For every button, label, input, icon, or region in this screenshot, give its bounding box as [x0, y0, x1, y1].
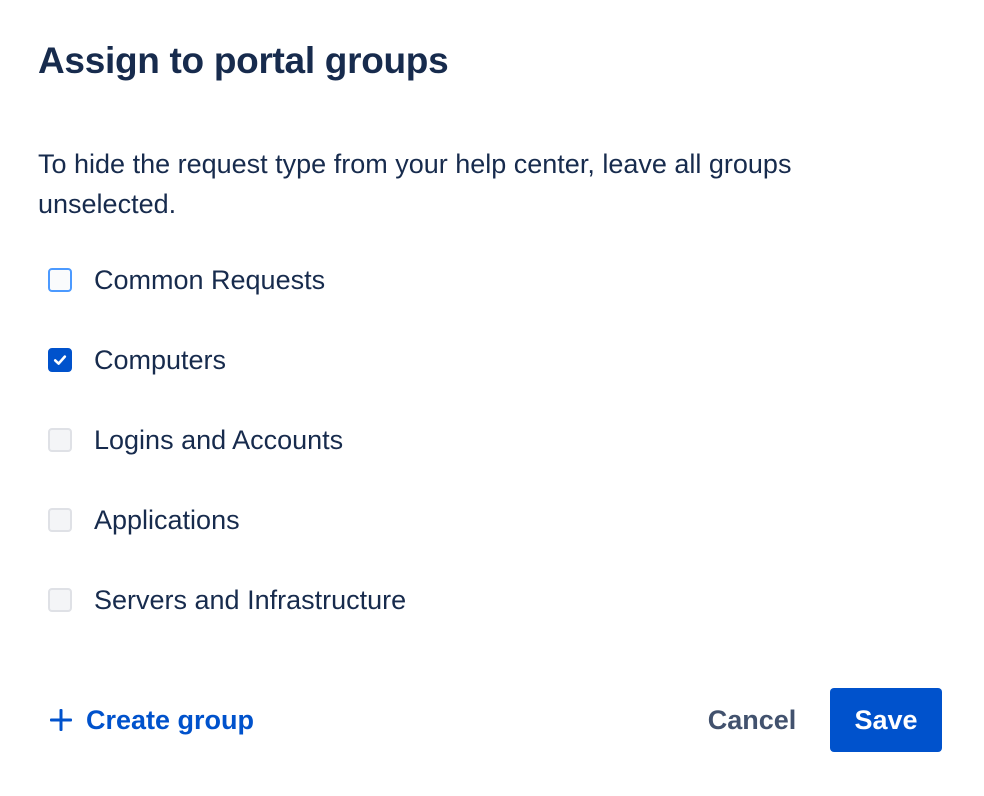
- checkmark-icon: [53, 355, 67, 365]
- group-item-common-requests[interactable]: Common Requests: [48, 240, 406, 320]
- group-item-logins-and-accounts[interactable]: Logins and Accounts: [48, 400, 406, 480]
- group-item-computers[interactable]: Computers: [48, 320, 406, 400]
- create-group-label: Create group: [86, 704, 255, 735]
- dialog-description: To hide the request type from your help …: [38, 149, 792, 219]
- plus-icon: [48, 707, 74, 733]
- group-label: Common Requests: [94, 265, 326, 295]
- checkbox[interactable]: [48, 588, 72, 612]
- group-item-applications[interactable]: Applications: [48, 480, 406, 560]
- group-item-servers-and-infrastructure[interactable]: Servers and Infrastructure: [48, 560, 406, 640]
- checkbox[interactable]: [48, 348, 72, 372]
- checkbox[interactable]: [48, 428, 72, 452]
- group-label: Computers: [94, 345, 227, 375]
- dialog-title: Assign to portal groups: [38, 40, 449, 81]
- create-group-link[interactable]: Create group: [48, 688, 254, 752]
- save-button[interactable]: Save: [830, 688, 942, 752]
- checkbox[interactable]: [48, 268, 72, 292]
- assign-portal-groups-dialog: Assign to portal groups To hide the requ…: [0, 0, 984, 796]
- group-label: Servers and Infrastructure: [94, 585, 407, 615]
- group-label: Applications: [94, 505, 240, 535]
- dialog-footer: Create group Cancel Save: [0, 688, 984, 752]
- portal-group-list: Common Requests Computers Logins and Acc…: [48, 240, 406, 640]
- cancel-button[interactable]: Cancel: [690, 688, 814, 752]
- checkbox[interactable]: [48, 508, 72, 532]
- group-label: Logins and Accounts: [94, 425, 344, 455]
